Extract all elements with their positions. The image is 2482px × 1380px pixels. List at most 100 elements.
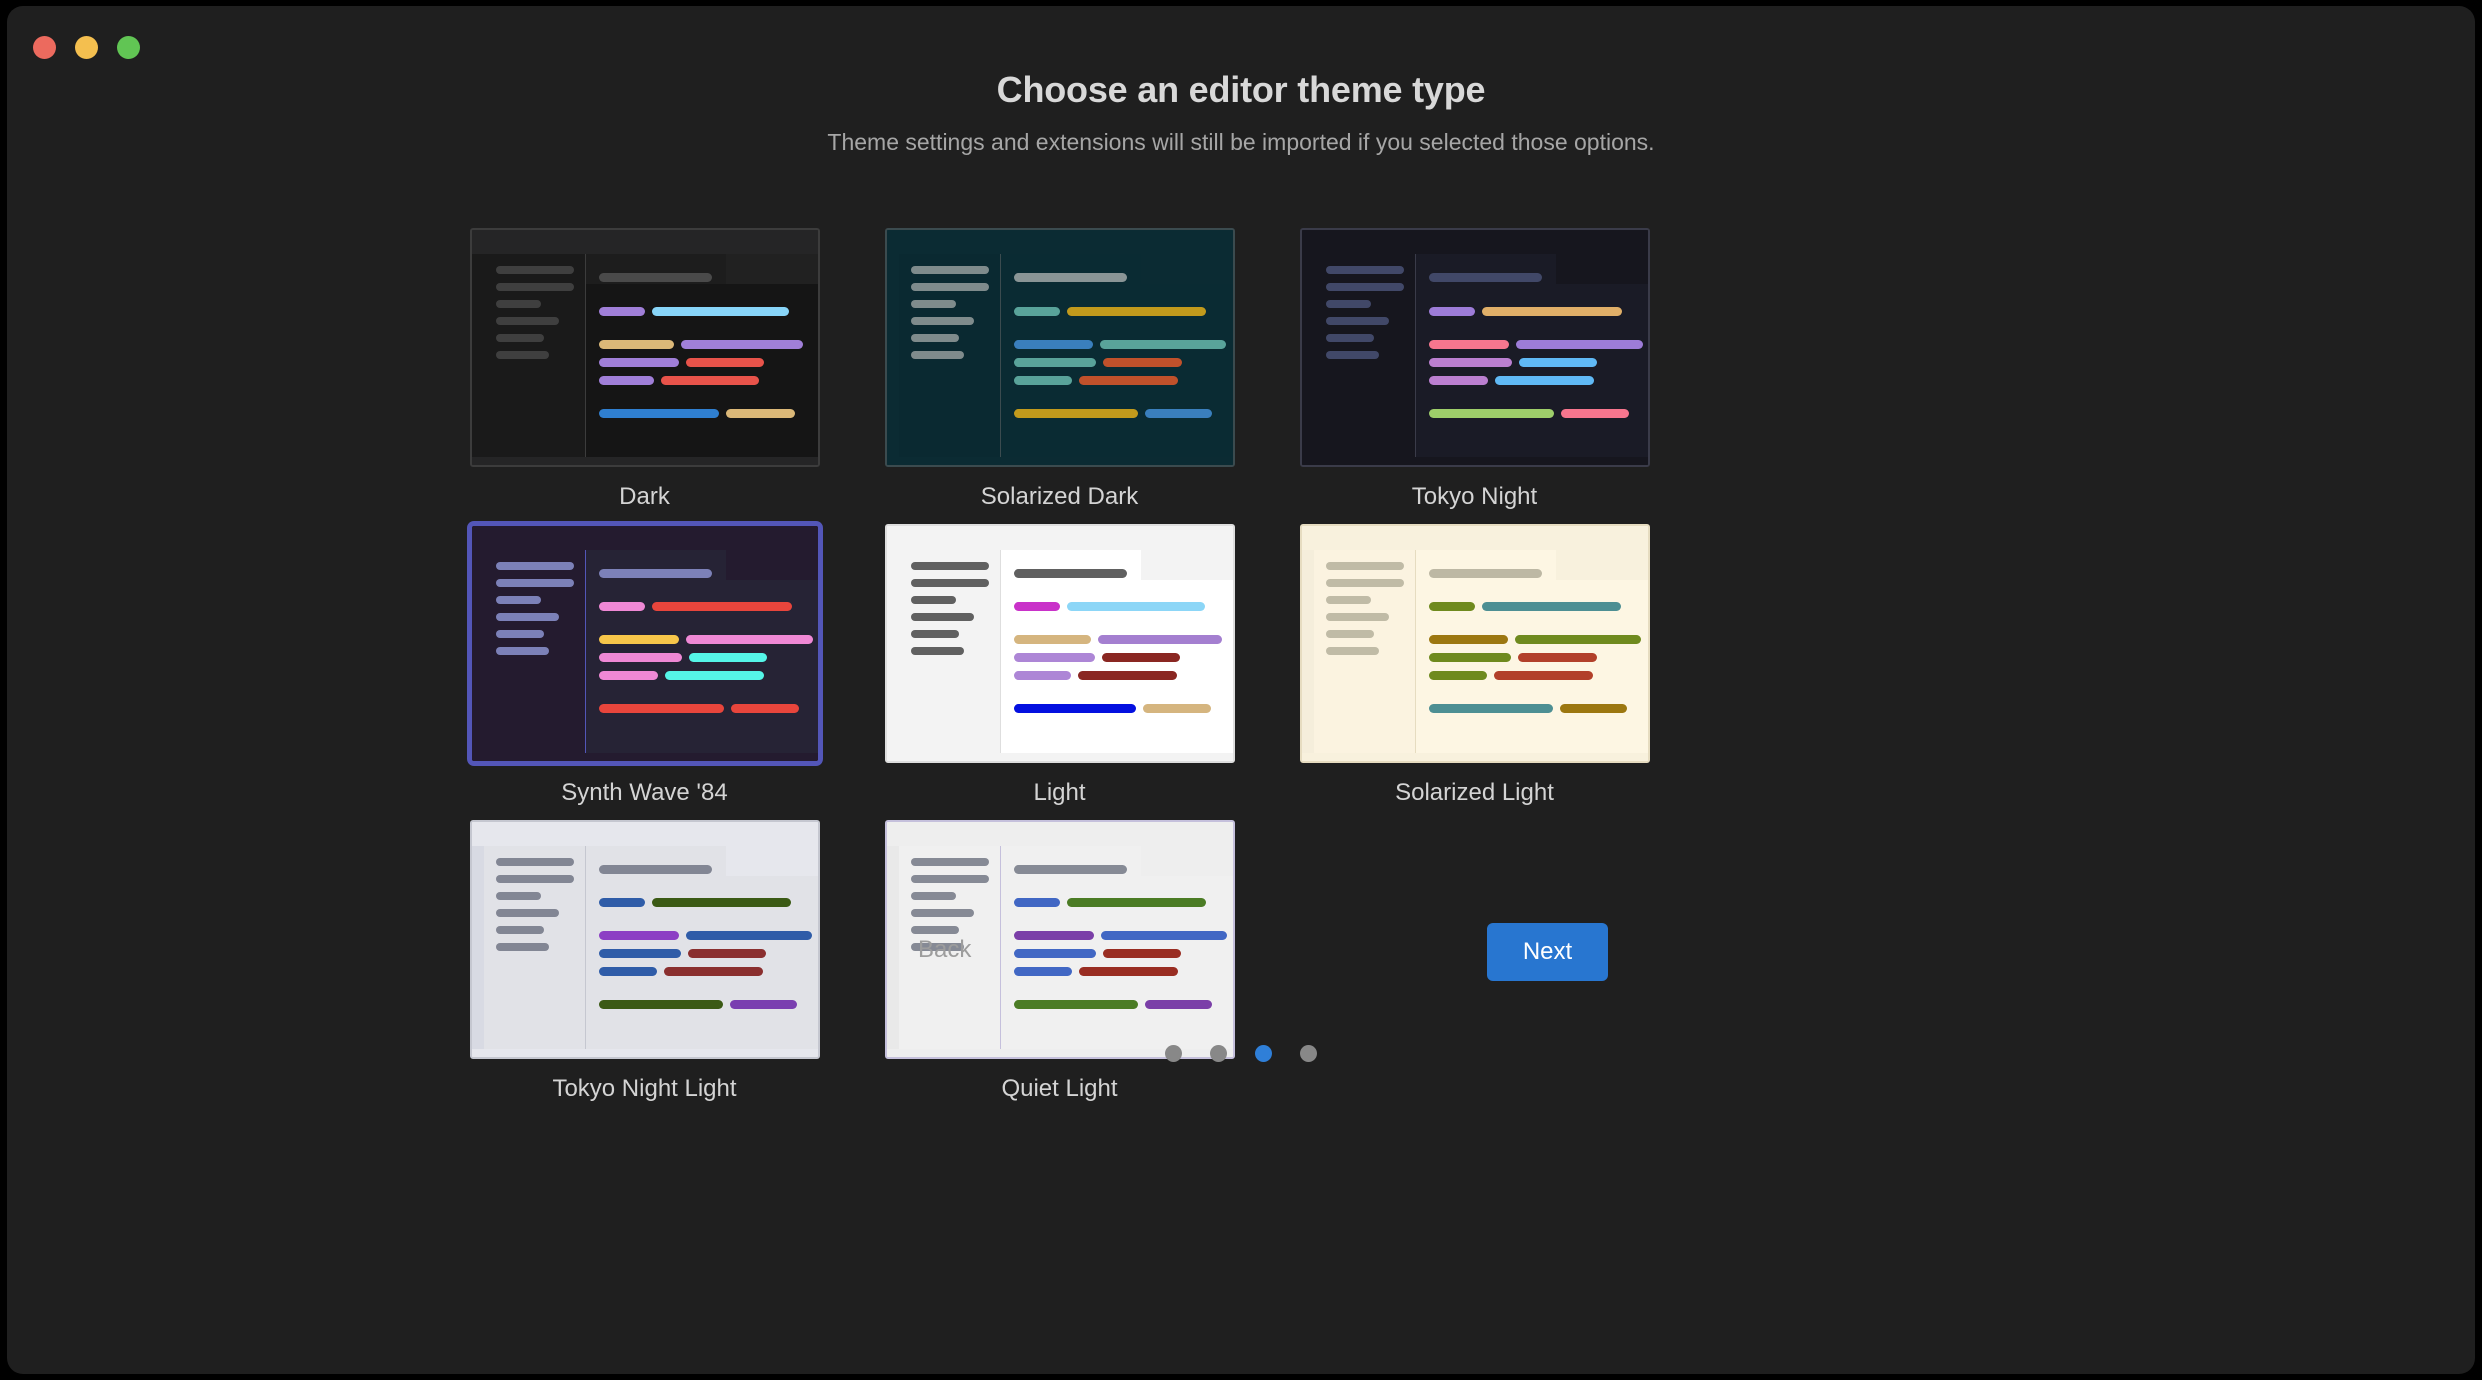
sidebar-item-bar: [910, 300, 956, 308]
sidebar-item-bar: [495, 891, 541, 900]
card-tab-label-bar: [1428, 273, 1542, 282]
code-gap: [1429, 685, 1648, 700]
code-token-bar: [729, 1000, 797, 1010]
code-token-bar: [598, 375, 654, 385]
code-line: [1013, 945, 1233, 963]
sidebar-item-bar: [495, 857, 574, 866]
pagination-dot-1[interactable]: [1165, 1045, 1182, 1062]
sidebar-item-bar: [495, 317, 559, 325]
next-button[interactable]: Next: [1487, 923, 1608, 981]
sidebar-item-bar: [495, 942, 549, 951]
code-token-bar: [1142, 704, 1211, 714]
code-line: [598, 371, 818, 389]
code-token-bar: [1013, 671, 1071, 681]
minimize-button[interactable]: [75, 36, 98, 59]
card-editor: [1000, 549, 1233, 753]
code-token-bar: [1428, 671, 1487, 681]
pagination-dot-3[interactable]: [1255, 1045, 1272, 1062]
card-tab-label-bar: [1013, 568, 1127, 578]
sidebar-item-bar: [495, 578, 574, 587]
card-code-lines: [598, 598, 818, 718]
code-token-bar: [1428, 375, 1488, 385]
theme-option-dark[interactable]: [469, 228, 820, 467]
pagination-dot-2[interactable]: [1210, 1045, 1227, 1062]
theme-label-tokyo-night-light: Tokyo Night Light: [552, 1074, 737, 1102]
code-token-bar: [1013, 602, 1060, 612]
code-token-bar: [598, 635, 679, 645]
code-token-bar: [651, 306, 789, 316]
code-line: [1428, 598, 1648, 616]
code-gap: [1014, 685, 1233, 700]
code-token-bar: [685, 635, 813, 645]
code-token-bar: [725, 408, 795, 418]
code-token-bar: [1101, 653, 1180, 663]
theme-label-quiet-light: Quiet Light: [1001, 1074, 1118, 1102]
theme-label-synth-wave-84: Synth Wave '84: [561, 778, 728, 806]
sidebar-item-bar: [1325, 629, 1374, 638]
code-token-bar: [687, 949, 766, 959]
code-token-bar: [664, 671, 764, 681]
code-token-bar: [1144, 1000, 1212, 1010]
sidebar-item-bar: [1325, 351, 1379, 359]
card-sidebar: [1313, 549, 1416, 753]
card-editor: [1000, 254, 1233, 457]
back-button[interactable]: Back: [918, 936, 971, 964]
maximize-button[interactable]: [117, 36, 140, 59]
sidebar-item-bar: [495, 925, 544, 934]
code-line: [1428, 631, 1648, 649]
code-token-bar: [1515, 339, 1643, 349]
card-titlebar: [886, 230, 1233, 254]
sidebar-item-bar: [495, 629, 544, 638]
theme-option-tokyo-night[interactable]: [1299, 228, 1650, 467]
sidebar-item-bar: [495, 595, 541, 604]
theme-label-dark: Dark: [619, 483, 670, 510]
sidebar-item-bar: [1325, 595, 1371, 604]
code-token-bar: [1013, 704, 1136, 714]
card-editor: [1415, 254, 1648, 457]
theme-option-solarized-light[interactable]: [1299, 523, 1650, 763]
code-line: [598, 963, 818, 981]
pagination-dot-4[interactable]: [1300, 1045, 1317, 1062]
code-gap: [1014, 912, 1233, 927]
code-token-bar: [1013, 375, 1072, 385]
code-token-bar: [1428, 357, 1512, 367]
sidebar-item-bar: [1325, 561, 1404, 570]
theme-option-light[interactable]: [884, 523, 1235, 763]
sidebar-item-bar: [495, 351, 549, 359]
code-token-bar: [1013, 635, 1091, 645]
code-token-bar: [1481, 306, 1622, 316]
code-token-bar: [598, 306, 645, 316]
code-token-bar: [598, 898, 645, 908]
code-line: [598, 335, 818, 353]
theme-cell-synth-wave-84: Synth Wave '84: [437, 523, 852, 808]
card-tab-label-bar: [598, 273, 712, 282]
code-token-bar: [1013, 339, 1093, 349]
theme-option-tokyo-night-light[interactable]: [469, 819, 820, 1059]
sidebar-item-bar: [1325, 300, 1371, 308]
card-activity-bar: [1301, 549, 1314, 753]
sidebar-item-bar: [1325, 612, 1389, 621]
code-token-bar: [1428, 635, 1508, 645]
sidebar-item-bar: [495, 908, 559, 917]
code-token-bar: [598, 339, 674, 349]
code-line: [1013, 667, 1233, 685]
code-token-bar: [1013, 1000, 1138, 1010]
code-token-bar: [660, 375, 759, 385]
card-statusbar: [886, 752, 1233, 761]
code-token-bar: [1078, 375, 1178, 385]
code-line: [1428, 371, 1648, 389]
sidebar-item-bar: [910, 561, 989, 570]
card-titlebar: [886, 821, 1233, 846]
code-token-bar: [1428, 602, 1475, 612]
code-token-bar: [1066, 306, 1206, 316]
theme-option-solarized-dark[interactable]: [884, 228, 1235, 467]
close-button[interactable]: [33, 36, 56, 59]
code-line: [1428, 667, 1648, 685]
code-line: [1428, 335, 1648, 353]
code-token-bar: [1494, 375, 1594, 385]
theme-option-synth-wave-84[interactable]: [469, 523, 820, 763]
sidebar-item-bar: [1325, 578, 1404, 587]
card-activity-bar: [886, 845, 899, 1049]
code-token-bar: [1481, 602, 1621, 612]
code-token-bar: [1013, 357, 1096, 367]
